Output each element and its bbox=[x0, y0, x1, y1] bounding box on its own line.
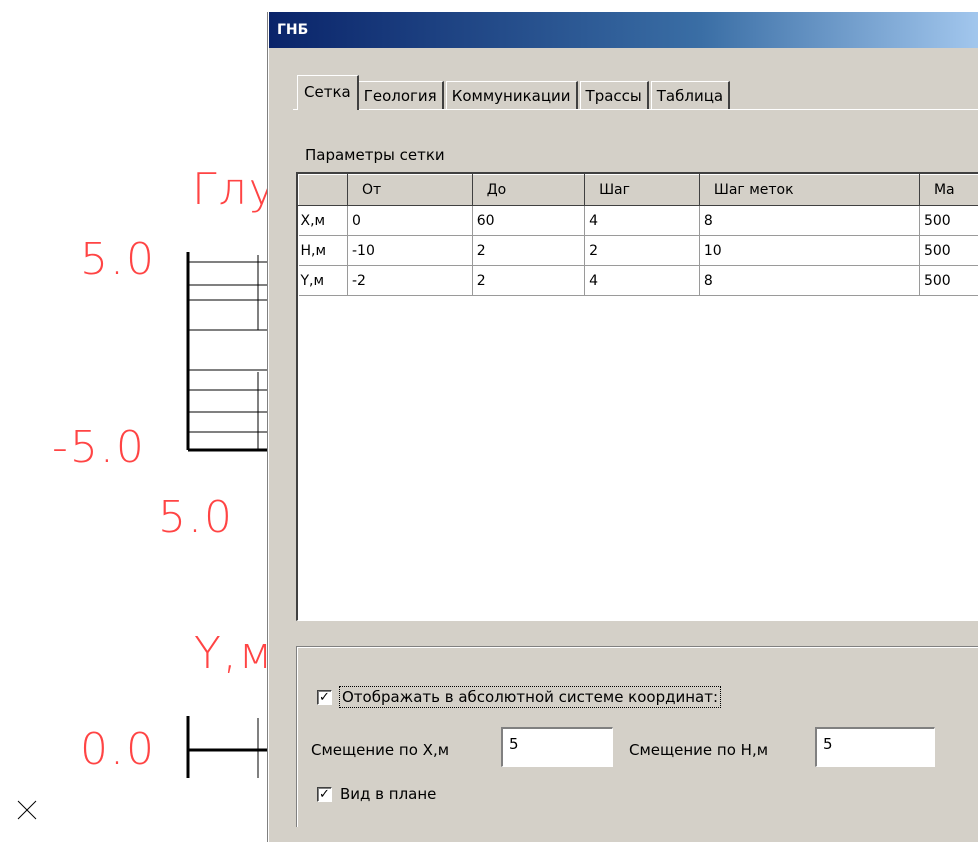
table-cell[interactable]: 60 bbox=[472, 206, 584, 236]
plan-view-option[interactable]: ✓ Вид в плане bbox=[317, 785, 436, 803]
offset-h-label: Смещение по H,м bbox=[629, 741, 768, 759]
table-cell[interactable]: 500 bbox=[919, 236, 978, 266]
absolute-coords-checkbox[interactable]: ✓ bbox=[317, 690, 332, 705]
table-cell[interactable]: -2 bbox=[348, 266, 473, 296]
table-cell[interactable]: 2 bbox=[472, 236, 584, 266]
offset-x-label: Смещение по X,м bbox=[311, 741, 449, 759]
dialog-title: ГНБ bbox=[277, 22, 308, 38]
plan-view-checkbox[interactable]: ✓ bbox=[317, 787, 332, 802]
cad-label-y: Y,м bbox=[194, 632, 274, 676]
dialog-titlebar[interactable]: ГНБ bbox=[269, 12, 978, 48]
grid-params-table[interactable]: От До Шаг Шаг меток Ма X,м 0 60 4 8 500 bbox=[296, 172, 978, 621]
grid-table: От До Шаг Шаг меток Ма X,м 0 60 4 8 500 bbox=[298, 174, 978, 296]
row-label: Y,м bbox=[299, 266, 348, 296]
tab-table[interactable]: Таблица bbox=[651, 81, 730, 110]
header-scale[interactable]: Ма bbox=[919, 175, 978, 206]
row-label: H,м bbox=[299, 236, 348, 266]
tab-geology[interactable]: Геология bbox=[358, 81, 444, 110]
tab-routes[interactable]: Трассы bbox=[580, 81, 649, 110]
cad-label-depth: Глу bbox=[192, 168, 277, 212]
header-label-step[interactable]: Шаг меток bbox=[699, 175, 919, 206]
table-cell[interactable]: -10 bbox=[348, 236, 473, 266]
table-cell[interactable]: 4 bbox=[585, 206, 700, 236]
table-cell[interactable]: 2 bbox=[472, 266, 584, 296]
tab-grid[interactable]: Сетка bbox=[297, 75, 359, 110]
table-cell[interactable]: 8 bbox=[699, 266, 919, 296]
header-to[interactable]: До bbox=[472, 175, 584, 206]
tab-communications[interactable]: Коммуникации bbox=[446, 81, 578, 110]
offset-x-input[interactable]: 5 bbox=[501, 727, 613, 767]
header-from[interactable]: От bbox=[348, 175, 473, 206]
table-cell[interactable]: 500 bbox=[919, 266, 978, 296]
table-cell[interactable]: 8 bbox=[699, 206, 919, 236]
header-corner bbox=[299, 175, 348, 206]
offset-h-input[interactable]: 5 bbox=[815, 727, 935, 767]
cad-value-zero: 0.0 bbox=[80, 728, 156, 772]
grid-params-label: Параметры сетки bbox=[305, 146, 445, 164]
plan-view-label[interactable]: Вид в плане bbox=[340, 785, 436, 803]
table-cell[interactable]: 2 bbox=[585, 236, 700, 266]
cad-value-bottom: 5.0 bbox=[158, 496, 234, 540]
cad-value-negative: -5.0 bbox=[52, 426, 146, 470]
table-cell[interactable]: 4 bbox=[585, 266, 700, 296]
table-row: X,м 0 60 4 8 500 bbox=[299, 206, 978, 236]
absolute-coords-option[interactable]: ✓ Отображать в абсолютной системе коорди… bbox=[317, 687, 720, 707]
table-row: Y,м -2 2 4 8 500 bbox=[299, 266, 978, 296]
table-cell[interactable]: 10 bbox=[699, 236, 919, 266]
gnb-dialog: ГНБ Сетка Геология Коммуникации Трассы Т… bbox=[268, 12, 978, 842]
coordinate-options-group: ✓ Отображать в абсолютной системе коорди… bbox=[296, 646, 978, 827]
header-step[interactable]: Шаг bbox=[585, 175, 700, 206]
table-header-row: От До Шаг Шаг меток Ма bbox=[299, 175, 978, 206]
table-row: H,м -10 2 2 10 500 bbox=[299, 236, 978, 266]
row-label: X,м bbox=[299, 206, 348, 236]
tab-strip: Сетка Геология Коммуникации Трассы Табли… bbox=[297, 74, 732, 110]
table-cell[interactable]: 0 bbox=[348, 206, 473, 236]
tab-panel-border bbox=[293, 109, 978, 110]
absolute-coords-label[interactable]: Отображать в абсолютной системе координа… bbox=[340, 687, 720, 707]
table-cell[interactable]: 500 bbox=[919, 206, 978, 236]
cad-value-top: 5.0 bbox=[80, 238, 156, 282]
